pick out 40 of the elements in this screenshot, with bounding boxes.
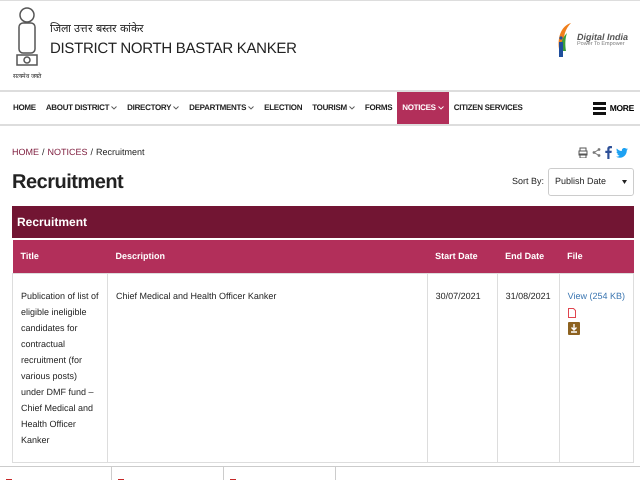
view-file-link[interactable]: View (254 KB) <box>568 291 625 301</box>
print-icon[interactable] <box>578 147 588 158</box>
nav-item[interactable]: DIRECTORY <box>122 92 184 124</box>
table-cell: 31/08/2021 <box>497 274 560 462</box>
district-name: DISTRICT NORTH BASTAR KANKER <box>50 38 297 58</box>
nav-item[interactable]: NOTICES <box>397 92 449 124</box>
nav-item[interactable]: FORMS <box>360 92 398 124</box>
column-header: Description <box>108 238 428 274</box>
nav-item[interactable]: ELECTION <box>259 92 308 124</box>
table-cell: Chief Medical and Health Officer Kanker <box>108 274 428 462</box>
nav-item[interactable]: TOURISM <box>307 92 360 124</box>
nav-item[interactable]: HOME <box>8 92 41 124</box>
table-cell: Publication of list of eligible ineligible candidates for contractual recruitment (for various posts) under DMF fund – Chief Medical and Health Officer Kanker <box>12 274 108 462</box>
share-icon[interactable] <box>592 148 601 157</box>
nav-item[interactable]: ABOUT DISTRICT <box>40 92 122 124</box>
column-header: Title <box>12 238 108 274</box>
digital-india-name: Digital India <box>576 32 628 42</box>
district-name-hindi: जिला उत्तर बस्तर कांकेर <box>50 21 146 37</box>
dropdown-arrow-icon <box>622 180 627 184</box>
breadcrumb-link[interactable]: NOTICES <box>48 147 88 157</box>
column-header: End Date <box>497 238 560 274</box>
menu-icon <box>592 100 606 116</box>
sort-dropdown[interactable]: Publish Date <box>548 168 634 196</box>
nav-item[interactable]: CITIZEN SERVICES <box>448 92 528 124</box>
table-cell: 30/07/2021 <box>427 274 498 462</box>
table-caption: Recruitment <box>12 206 634 238</box>
breadcrumb-current: Recruitment <box>96 147 145 157</box>
breadcrumb-link[interactable]: HOME <box>12 147 39 157</box>
column-header: Start Date <box>427 238 498 274</box>
twitter-icon[interactable] <box>616 148 628 158</box>
column-header: File <box>559 238 634 274</box>
sort-label: Sort By: <box>512 174 544 188</box>
breadcrumb-separator: / <box>42 147 45 157</box>
page-title: Recruitment <box>12 170 124 194</box>
download-icon[interactable] <box>568 322 580 336</box>
pdf-icon <box>568 308 576 318</box>
breadcrumb-separator: / <box>90 147 94 157</box>
nav-item[interactable]: DEPARTMENTS <box>184 92 260 124</box>
facebook-icon[interactable] <box>605 146 612 159</box>
more-menu-button[interactable]: MORE <box>586 92 640 124</box>
